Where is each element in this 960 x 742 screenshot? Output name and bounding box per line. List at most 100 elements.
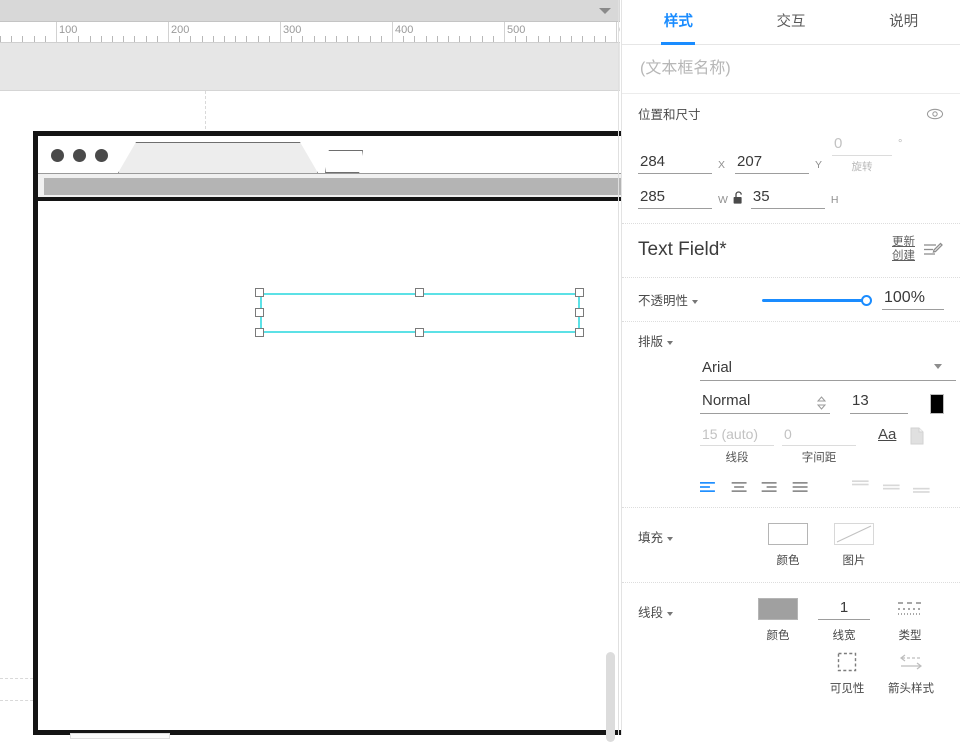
line-type-icon[interactable]	[895, 599, 925, 619]
ruler-tick-minor	[146, 36, 147, 42]
align-justify-icon[interactable]	[791, 480, 809, 494]
ruler-tick-major	[168, 22, 169, 42]
eye-icon[interactable]	[926, 107, 944, 121]
width-input[interactable]	[638, 188, 712, 209]
rotation-input[interactable]	[832, 135, 893, 156]
caret-down-icon[interactable]	[599, 8, 611, 14]
canvas-area[interactable]: 100 200 300 400 500 6	[0, 0, 733, 742]
ruler-tick-minor	[302, 36, 303, 42]
resize-handle-nw[interactable]	[255, 288, 264, 297]
chevron-down-icon[interactable]	[934, 364, 942, 370]
edit-style-icon[interactable]	[922, 240, 944, 260]
resize-handle-w[interactable]	[255, 308, 264, 317]
ruler-tick-minor	[470, 36, 471, 42]
line-type-item[interactable]: 类型	[878, 596, 942, 643]
line-color-swatch[interactable]	[758, 598, 798, 621]
line-height-input[interactable]	[700, 426, 774, 447]
font-size-input[interactable]	[850, 392, 908, 415]
x-input[interactable]	[638, 153, 712, 174]
resize-handle-e[interactable]	[575, 308, 584, 317]
selected-widget-handles[interactable]	[255, 288, 584, 337]
fill-image-item[interactable]: 图片	[822, 521, 886, 568]
y-input[interactable]	[735, 153, 810, 174]
rotation-field-wrap: ° 旋转	[832, 135, 902, 174]
tab-style[interactable]: 样式	[622, 0, 735, 44]
align-center-icon[interactable]	[730, 480, 748, 494]
ruler-tick-minor	[336, 36, 337, 42]
canvas-toolbar-strip	[0, 0, 620, 22]
arrow-style-item[interactable]: 箭头样式	[880, 649, 942, 696]
line-height-field: 线段	[700, 426, 774, 465]
font-family-input[interactable]	[700, 359, 956, 382]
position-size-section: 位置和尺寸 X Y	[622, 94, 960, 224]
ruler-tick-minor	[134, 36, 135, 42]
ruler-tick-minor	[157, 36, 158, 42]
line-width-input[interactable]	[818, 598, 870, 620]
font-color-swatch[interactable]	[930, 394, 944, 415]
fill-color-item[interactable]: 颜色	[756, 521, 820, 568]
resize-handle-s[interactable]	[415, 328, 424, 337]
image-icon[interactable]	[834, 523, 874, 546]
ruler-tick-minor	[269, 36, 270, 42]
text-decoration-icon[interactable]	[908, 426, 926, 446]
tab-interactions[interactable]: 交互	[735, 0, 848, 44]
unlock-icon[interactable]	[732, 191, 745, 206]
font-metrics-row: 线段 字间距 Aa	[700, 426, 944, 465]
chevron-down-icon[interactable]	[667, 611, 674, 616]
line-width-item[interactable]: 线宽	[812, 596, 876, 643]
horizontal-ruler[interactable]: 100 200 300 400 500 6	[0, 22, 620, 43]
x-field-wrap: X	[638, 153, 735, 174]
ruler-label: 100	[59, 24, 78, 36]
height-input[interactable]	[750, 188, 825, 209]
fill-color-swatch[interactable]	[768, 523, 808, 546]
valign-top-icon[interactable]	[852, 479, 874, 495]
widget-name-input[interactable]	[638, 59, 944, 79]
widget-style-row: Text Field* 更新 创建	[622, 224, 960, 279]
letter-spacing-label: 字间距	[801, 452, 837, 465]
size-row: W H	[638, 188, 944, 209]
ruler-tick-minor	[426, 36, 427, 42]
border-visibility-icon[interactable]	[834, 650, 860, 674]
resize-handle-se[interactable]	[575, 328, 584, 337]
arrow-style-icon[interactable]	[894, 650, 928, 674]
ruler-tick-minor	[515, 36, 516, 42]
ruler-tick-minor	[45, 36, 46, 42]
opacity-title: 不透明性	[638, 294, 689, 309]
resize-handle-sw[interactable]	[255, 328, 264, 337]
valign-middle-icon[interactable]	[882, 479, 905, 495]
opacity-slider[interactable]	[758, 292, 882, 308]
resize-handle-ne[interactable]	[575, 288, 584, 297]
update-style-link[interactable]: 更新	[892, 236, 915, 250]
ruler-tick-minor	[605, 36, 606, 42]
ruler-label: 200	[171, 24, 190, 36]
chevron-down-icon[interactable]	[667, 536, 674, 541]
letter-spacing-input[interactable]	[782, 426, 856, 447]
chevron-down-icon[interactable]	[667, 340, 674, 345]
text-case-icon[interactable]: Aa	[878, 426, 896, 443]
chevron-down-icon[interactable]	[692, 299, 699, 304]
valign-bottom-icon[interactable]	[913, 479, 935, 495]
opacity-slider-knob[interactable]	[861, 294, 872, 306]
canvas-scroll-thumb[interactable]	[606, 652, 615, 742]
typography-section: 排版 Arial Normal 13 15 (auto) 线段 0 字间距 Aa	[622, 322, 960, 509]
align-left-icon[interactable]	[700, 480, 718, 494]
stepper-icon[interactable]	[817, 396, 826, 410]
border-visibility-item[interactable]: 可见性	[816, 649, 878, 696]
fill-title: 填充	[638, 531, 664, 546]
opacity-value-input[interactable]	[882, 289, 944, 311]
resize-handle-n[interactable]	[415, 288, 424, 297]
canvas-vertical-scrollbar[interactable]	[606, 300, 618, 742]
fill-color-label: 颜色	[776, 555, 800, 568]
create-style-link[interactable]: 创建	[892, 250, 915, 264]
h-field-wrap: H	[750, 188, 849, 209]
inspector-tabs: 样式 交互 说明	[622, 0, 960, 45]
font-style-input[interactable]	[700, 392, 830, 415]
tab-notes[interactable]: 说明	[847, 0, 960, 44]
ruler-tick-minor	[403, 36, 404, 42]
ruler-tick-major	[616, 22, 617, 42]
rotation-label: 旋转	[851, 161, 873, 173]
browser-new-tab-icon	[325, 150, 363, 173]
line-color-item[interactable]: 颜色	[746, 596, 810, 643]
ruler-tick-minor	[67, 36, 68, 42]
align-right-icon[interactable]	[760, 480, 778, 494]
